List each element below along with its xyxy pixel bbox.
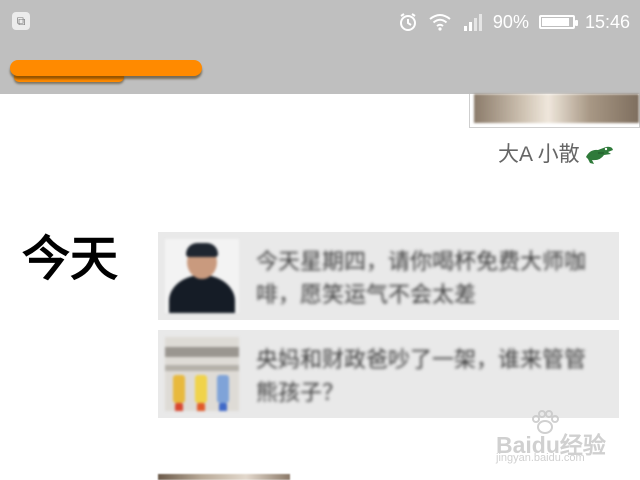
app-bar — [0, 44, 640, 94]
next-article-image[interactable] — [158, 474, 290, 480]
status-icons: 90% 15:46 — [397, 10, 630, 34]
article-author[interactable]: 大A 小散 — [498, 138, 614, 168]
clock: 15:46 — [584, 11, 630, 32]
wifi-icon — [429, 11, 451, 33]
feed-item-title: 央妈和财政爸吵了一架，谁来管管熊孩子？ — [256, 348, 587, 406]
feed-item-title: 今天星期四，请你喝杯免费大师咖啡，愿笑运气不会太差 — [256, 250, 587, 308]
previous-article-image[interactable] — [469, 94, 640, 128]
battery-icon — [538, 15, 578, 29]
author-name: 大A 小散 — [498, 143, 580, 166]
baidu-jingyan-watermark: Baidu经验 jingyan.baidu.com — [496, 410, 612, 470]
battery-percent: 90% — [492, 11, 529, 32]
person-avatar-thumbnail — [165, 239, 239, 313]
screenshot-notification-icon: ⧉ — [12, 12, 30, 30]
status-bar: ⧉ 90% 15:46 — [0, 0, 640, 44]
watermark-url: jingyan.baidu.com — [496, 452, 585, 464]
feed-item[interactable]: 今天星期四，请你喝杯免费大师咖啡，愿笑运气不会太差 — [158, 232, 619, 320]
alarm-icon — [397, 11, 419, 33]
redacted-title — [10, 60, 202, 76]
battery-fill — [541, 18, 569, 26]
previous-article-image-content — [474, 94, 639, 123]
signal-icon — [461, 11, 483, 33]
crocodile-icon — [584, 141, 614, 165]
shelf-bottles-thumbnail — [165, 337, 239, 411]
section-title-today: 今天 — [22, 231, 119, 287]
feed-item[interactable]: 央妈和财政爸吵了一架，谁来管管熊孩子？ — [158, 330, 619, 418]
